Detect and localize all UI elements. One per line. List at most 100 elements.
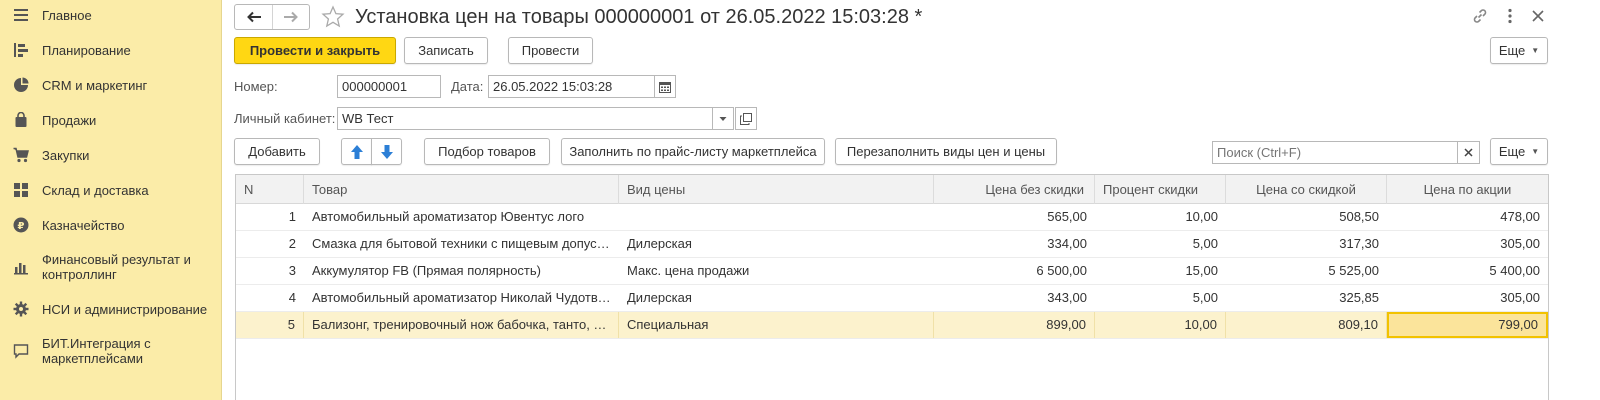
dropdown-caret-icon: ▼	[1531, 46, 1540, 55]
favorite-star-icon[interactable]	[321, 5, 345, 29]
sidebar-item-label: Склад и доставка	[42, 182, 149, 198]
cell-price-with-discount[interactable]: 508,50	[1226, 204, 1387, 230]
cabinet-open-button[interactable]	[735, 107, 757, 130]
cell-promo-price[interactable]: 478,00	[1387, 204, 1548, 230]
table-more-button[interactable]: Еще ▼	[1490, 138, 1548, 165]
cell-price-with-discount[interactable]: 317,30	[1226, 231, 1387, 257]
link-icon[interactable]	[1470, 6, 1490, 26]
cell-price-no-discount[interactable]: 899,00	[934, 312, 1095, 338]
cell-price-type[interactable]: Дилерская	[619, 285, 934, 311]
forward-button[interactable]	[272, 5, 309, 29]
cell-discount-percent[interactable]: 5,00	[1095, 231, 1226, 257]
cell-discount-percent[interactable]: 5,00	[1095, 285, 1226, 311]
cell-price-no-discount[interactable]: 334,00	[934, 231, 1095, 257]
cabinet-field[interactable]: WB Тест	[337, 107, 713, 130]
move-up-button[interactable]	[341, 138, 372, 165]
post-button[interactable]: Провести	[508, 37, 593, 64]
cell-discount-percent[interactable]: 10,00	[1095, 312, 1226, 338]
sidebar-item-warehouse[interactable]: Склад и доставка	[0, 181, 222, 199]
fill-by-price-list-button[interactable]: Заполнить по прайс-листу маркетплейса	[561, 138, 825, 165]
table-row[interactable]: 4 Автомобильный ароматизатор Николай Чуд…	[236, 285, 1548, 312]
cell-price-type[interactable]: Дилерская	[619, 231, 934, 257]
column-header-product[interactable]: Товар	[304, 175, 619, 204]
column-header-discount-percent[interactable]: Процент скидки	[1095, 175, 1226, 204]
open-icon	[740, 112, 752, 125]
cell-price-type[interactable]	[619, 204, 934, 230]
sidebar-item-main[interactable]: Главное	[0, 6, 222, 24]
select-goods-button[interactable]: Подбор товаров	[424, 138, 550, 165]
shopping-bag-icon	[12, 111, 30, 129]
column-header-promo-price[interactable]: Цена по акции	[1387, 175, 1548, 204]
cell-price-with-discount[interactable]: 809,10	[1226, 312, 1387, 338]
clear-search-button[interactable]	[1457, 141, 1480, 164]
sidebar-item-label: Финансовый результат и контроллинг	[42, 252, 191, 282]
close-icon[interactable]	[1528, 6, 1548, 26]
page-title: Установка цен на товары 000000001 от 26.…	[355, 6, 923, 28]
search-input[interactable]	[1212, 141, 1458, 164]
sidebar-item-sales[interactable]: Продажи	[0, 111, 222, 129]
save-button[interactable]: Записать	[404, 37, 488, 64]
cell-promo-price[interactable]: 5 400,00	[1387, 258, 1548, 284]
cell-price-type[interactable]: Специальная	[619, 312, 934, 338]
cell-product[interactable]: Автомобильный ароматизатор Николай Чудот…	[304, 285, 619, 311]
add-row-button[interactable]: Добавить	[234, 138, 320, 165]
dropdown-caret-icon: ▼	[1531, 147, 1540, 156]
more-button-label: Еще	[1498, 43, 1526, 58]
more-vertical-icon[interactable]	[1500, 6, 1520, 26]
sidebar-item-label: CRM и маркетинг	[42, 77, 148, 93]
cell-discount-percent[interactable]: 10,00	[1095, 204, 1226, 230]
refill-prices-button[interactable]: Перезаполнить виды цен и цены	[835, 138, 1057, 165]
date-label: Дата:	[451, 79, 484, 94]
arrow-up-icon	[350, 144, 363, 159]
cell-price-no-discount[interactable]: 343,00	[934, 285, 1095, 311]
calendar-button[interactable]	[654, 75, 676, 98]
cell-product[interactable]: Смазка для бытовой техники с пищевым доп…	[304, 231, 619, 257]
table-row[interactable]: 3 Аккумулятор FB (Прямая полярность) Мак…	[236, 258, 1548, 285]
sidebar-item-label: Закупки	[42, 147, 90, 163]
sidebar-item-crm[interactable]: CRM и маркетинг	[0, 76, 222, 94]
sidebar-item-treasury[interactable]: ₽ Казначейство	[0, 216, 222, 234]
sidebar: Главное Планирование CRM и маркетинг Про…	[0, 0, 222, 400]
sidebar-item-bit-integration[interactable]: БИТ.Интеграция с маркетплейсами	[0, 336, 222, 366]
sidebar-item-label: НСИ и администрирование	[42, 301, 208, 317]
column-header-price-with-discount[interactable]: Цена со скидкой	[1226, 175, 1387, 204]
number-field[interactable]: 000000001	[337, 75, 441, 98]
arrow-left-icon	[246, 11, 261, 23]
back-button[interactable]	[235, 5, 272, 29]
table-row[interactable]: 2 Смазка для бытовой техники с пищевым д…	[236, 231, 1548, 258]
cell-price-with-discount[interactable]: 325,85	[1226, 285, 1387, 311]
cell-promo-price[interactable]: 305,00	[1387, 231, 1548, 257]
sidebar-item-planning[interactable]: Планирование	[0, 41, 222, 59]
sidebar-item-label: Продажи	[42, 112, 97, 128]
cell-price-with-discount[interactable]: 5 525,00	[1226, 258, 1387, 284]
date-field[interactable]: 26.05.2022 15:03:28	[488, 75, 655, 98]
cell-n: 5	[236, 312, 304, 338]
cell-product[interactable]: Аккумулятор FB (Прямая полярность)	[304, 258, 619, 284]
column-header-price-no-discount[interactable]: Цена без скидки	[934, 175, 1095, 204]
sidebar-item-nsi-admin[interactable]: НСИ и администрирование	[0, 300, 222, 318]
planning-icon	[12, 41, 30, 59]
table-row[interactable]: 1 Автомобильный ароматизатор Ювентус лог…	[236, 204, 1548, 231]
cell-promo-price-active[interactable]: 799,00	[1387, 312, 1548, 338]
cabinet-dropdown-button[interactable]	[712, 107, 734, 130]
sidebar-item-financial-result[interactable]: Финансовый результат и контроллинг	[0, 252, 222, 282]
arrow-down-icon	[380, 144, 393, 159]
cell-product[interactable]: Автомобильный ароматизатор Ювентус лого	[304, 204, 619, 230]
svg-text:₽: ₽	[18, 221, 25, 232]
move-down-button[interactable]	[371, 138, 402, 165]
post-and-close-button[interactable]: Провести и закрыть	[234, 37, 396, 64]
table-row-selected[interactable]: 5 Бализонг, тренировочный нож бабочка, т…	[236, 312, 1548, 339]
column-header-price-type[interactable]: Вид цены	[619, 175, 934, 204]
cell-discount-percent[interactable]: 15,00	[1095, 258, 1226, 284]
ruble-icon: ₽	[12, 216, 30, 234]
cell-product[interactable]: Бализонг, тренировочный нож бабочка, тан…	[304, 312, 619, 338]
more-button[interactable]: Еще ▼	[1490, 37, 1548, 64]
cell-price-no-discount[interactable]: 565,00	[934, 204, 1095, 230]
cell-promo-price[interactable]: 305,00	[1387, 285, 1548, 311]
cell-n: 2	[288, 236, 296, 251]
cell-price-no-discount[interactable]: 6 500,00	[934, 258, 1095, 284]
cabinet-label: Личный кабинет:	[234, 111, 336, 126]
cell-price-type[interactable]: Макс. цена продажи	[619, 258, 934, 284]
column-header-n[interactable]: N	[236, 175, 304, 204]
sidebar-item-purchases[interactable]: Закупки	[0, 146, 222, 164]
